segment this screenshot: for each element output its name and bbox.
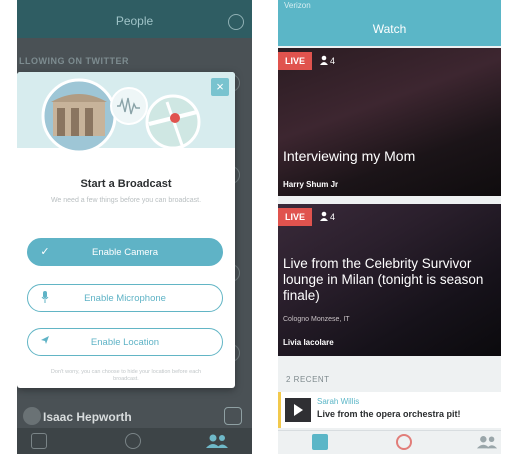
enable-camera-button[interactable]: ✓ Enable Camera	[27, 238, 223, 266]
hero-illustration-icon	[41, 78, 201, 152]
broadcaster-name: Livia Iacolare	[283, 338, 334, 347]
avatar	[23, 407, 41, 425]
people-header-title: People	[115, 14, 154, 28]
modal-subtext: We need a few things before you can broa…	[50, 197, 202, 204]
viewer-icon	[320, 55, 328, 65]
broadcast-caption: Live from the Celebrity Survivor lounge …	[283, 256, 484, 303]
people-screen: People LLOWING ON TWITTER × Start a Broa…	[17, 0, 252, 454]
modal-fine-print: Don't worry, you can choose to hide your…	[50, 369, 202, 382]
list-item[interactable]: Sarah Willis Live from the opera orchest…	[278, 392, 501, 428]
enable-location-button[interactable]: Enable Location	[27, 328, 223, 356]
people-header: People	[17, 0, 252, 38]
broadcaster-name: Harry Shum Jr	[283, 180, 339, 189]
viewer-icon	[320, 211, 328, 221]
live-badge: LIVE	[278, 52, 312, 70]
tab-people-icon[interactable]	[205, 433, 229, 449]
list-item[interactable]: Isaac Hepworth	[17, 405, 252, 427]
broadcast-card[interactable]: LIVE 4 Live from the Celebrity Survivor …	[278, 204, 501, 356]
watch-screen: Verizon Watch LIVE 4 Interviewing my Mom…	[278, 0, 501, 454]
viewer-count: 4	[320, 211, 335, 222]
play-icon	[294, 404, 303, 416]
viewer-count-value: 4	[330, 212, 336, 222]
enable-microphone-button[interactable]: Enable Microphone	[27, 284, 223, 312]
broadcast-location: Cologno Monzese, IT	[283, 316, 350, 323]
recent-author: Sarah Willis	[317, 397, 360, 406]
tab-bar	[17, 428, 252, 454]
profile-icon[interactable]	[228, 14, 244, 30]
live-badge: LIVE	[278, 208, 312, 226]
add-user-icon[interactable]	[224, 407, 242, 425]
start-broadcast-modal: × Start a Broadcast We need a few things…	[17, 72, 235, 388]
recent-section-label: 2 RECENT	[286, 375, 330, 384]
user-name: Isaac Hepworth	[43, 410, 132, 424]
broadcast-card[interactable]: LIVE 4 Interviewing my Mom Harry Shum Jr	[278, 48, 501, 196]
broadcast-hero-illustration: ×	[17, 72, 235, 152]
video-thumbnail	[285, 398, 311, 422]
recent-title: Live from the opera orchestra pit!	[317, 409, 461, 419]
watch-header: Verizon Watch	[278, 0, 501, 46]
viewer-count-value: 4	[330, 56, 336, 66]
watch-header-title: Watch	[372, 22, 407, 36]
modal-heading: Start a Broadcast	[80, 178, 172, 190]
enable-location-label: Enable Location	[90, 337, 160, 348]
close-icon[interactable]: ×	[211, 78, 229, 96]
following-section-label: LLOWING ON TWITTER	[19, 56, 129, 66]
tab-bar	[278, 430, 501, 454]
tab-watch-icon[interactable]	[31, 433, 47, 449]
tab-broadcast-icon[interactable]	[396, 434, 412, 450]
enable-microphone-label: Enable Microphone	[84, 293, 166, 304]
tab-people-icon[interactable]	[476, 434, 498, 450]
status-bar-carrier: Verizon	[284, 1, 311, 10]
tab-watch-icon[interactable]	[312, 434, 328, 450]
viewer-count: 4	[320, 55, 335, 66]
broadcast-caption: Interviewing my Mom	[283, 148, 416, 164]
tab-broadcast-icon[interactable]	[125, 433, 141, 449]
enable-camera-label: Enable Camera	[91, 247, 158, 258]
